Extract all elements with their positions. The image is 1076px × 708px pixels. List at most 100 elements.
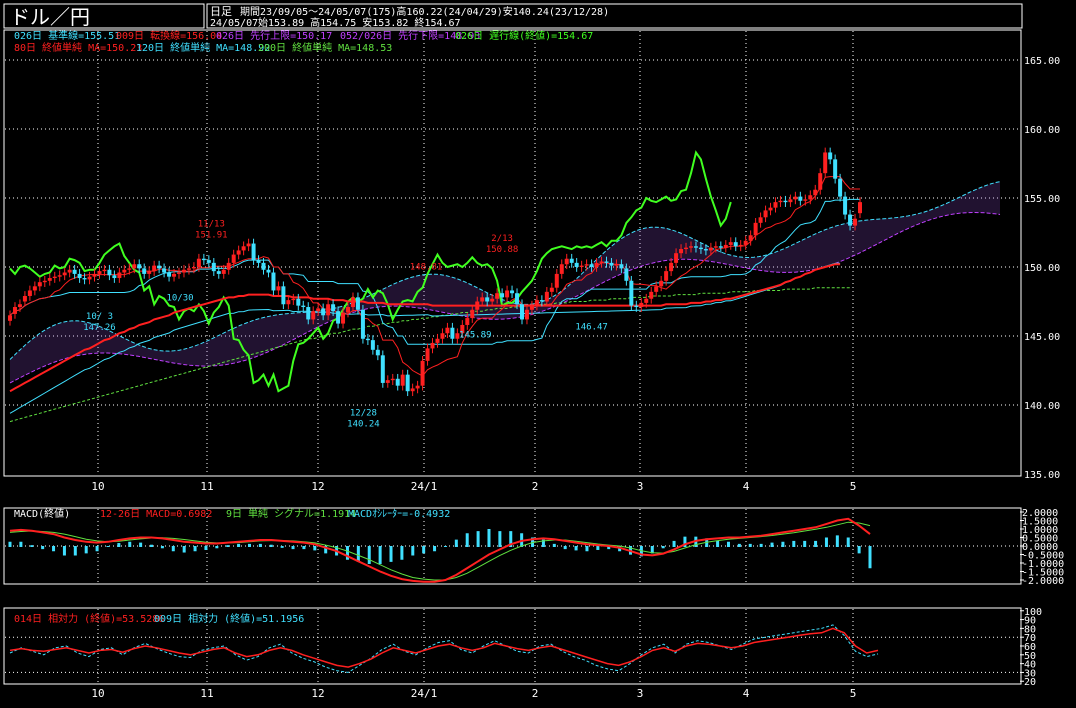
candle-body	[838, 178, 843, 197]
candle-body	[639, 302, 644, 308]
candle-body	[37, 282, 42, 287]
oscillator-bar	[171, 546, 175, 552]
candle-body	[619, 264, 624, 269]
candle-body	[425, 348, 430, 361]
candle-body	[281, 286, 286, 305]
y-tick-label: -2.0000	[1022, 576, 1064, 587]
candle-body	[515, 293, 520, 305]
candle-body	[813, 189, 818, 196]
oscillator-bar	[781, 541, 785, 547]
candle-body	[137, 264, 142, 269]
candle-body	[97, 271, 102, 274]
candle-body	[296, 298, 301, 306]
oscillator-bar	[389, 546, 393, 562]
candle-body	[718, 246, 723, 248]
x-tick-label: 5	[850, 480, 857, 493]
candle-body	[559, 264, 564, 274]
x-tick-label: 12	[311, 480, 324, 493]
legend-senkou-a: 026日 先行上限=150.17	[216, 29, 332, 42]
legend-ma200: 200日 終値単純 MA=148.53	[258, 41, 392, 54]
legend-chikou: 026日 遅行線(終値)=154.67	[455, 29, 593, 42]
candle-body	[102, 269, 107, 272]
x-tick-label: 5	[850, 687, 857, 700]
candle-body	[594, 262, 599, 267]
candle-body	[196, 258, 201, 267]
period-type: 日足	[210, 5, 232, 18]
candle-body	[634, 305, 639, 308]
candle-body	[350, 297, 355, 308]
oscillator-bar	[52, 546, 56, 552]
candle-body	[654, 286, 659, 292]
candle-body	[157, 265, 162, 269]
ichimoku-legend: 026日 基準線=155.51 009日 転換線=156.04 026日 先行上…	[14, 29, 593, 42]
candle-body	[346, 307, 351, 313]
oscillator-bar	[356, 546, 360, 562]
x-tick-label: 3	[637, 480, 644, 493]
oscillator-bar	[41, 546, 45, 550]
oscillator-bar	[400, 546, 404, 560]
candle-body	[321, 308, 326, 316]
candle-body	[181, 269, 186, 273]
candle-body	[162, 268, 167, 273]
x-tick-label: 10	[91, 687, 104, 700]
oscillator-bar	[868, 546, 872, 569]
y-tick-label: 155.00	[1024, 194, 1060, 205]
candle-body	[266, 269, 271, 273]
legend-macd-title: MACD(終値)	[14, 507, 70, 520]
legend-oscillator: MACDｵｼﾚｰﾀｰ=-0.4932	[348, 508, 450, 520]
candle-body	[311, 311, 316, 320]
candle-body	[236, 250, 241, 255]
candle-body	[226, 262, 231, 270]
legend-signal: 9日 単純 シグナル=1.1914	[226, 507, 356, 520]
candle-body	[251, 243, 256, 261]
candle-body	[186, 268, 191, 270]
x-tick-label: 2	[532, 480, 539, 493]
x-tick-label: 2	[532, 687, 539, 700]
candle-body	[306, 307, 311, 320]
candle-body	[206, 260, 211, 263]
oscillator-bar	[585, 546, 589, 552]
rsi-legend: 014日 相対力 (終値)=53.5286 009日 相対力 (終値)=51.1…	[14, 612, 304, 625]
candle-body	[57, 275, 62, 277]
candle-body	[495, 293, 500, 299]
oscillator-bar	[433, 546, 437, 552]
y-tick-label: 160.00	[1024, 125, 1060, 136]
oscillator-bar	[247, 543, 251, 547]
candle-body	[211, 262, 216, 272]
oscillator-bar	[422, 546, 426, 554]
oscillator-bar	[160, 546, 164, 549]
candle-body	[708, 247, 713, 251]
oscillator-bar	[226, 545, 230, 547]
legend-rsi9: 009日 相対力 (終値)=51.1956	[154, 612, 304, 625]
x-tick-label: 10	[91, 480, 104, 493]
candle-body	[470, 309, 475, 319]
candle-body	[341, 312, 346, 324]
candle-body	[405, 374, 410, 392]
candle-body	[500, 293, 505, 298]
candle-body	[167, 272, 172, 277]
oscillator-bar	[443, 546, 447, 547]
candle-body	[47, 278, 52, 281]
candle-body	[798, 196, 803, 201]
candle-body	[848, 214, 853, 226]
candle-body	[375, 349, 380, 356]
price-annotation: 2/13	[491, 234, 513, 244]
candle-body	[216, 271, 221, 274]
oscillator-bar	[726, 541, 730, 547]
candle-body	[858, 202, 862, 214]
price-annotation: 10/30	[166, 293, 193, 303]
candle-body	[599, 261, 604, 263]
candle-body	[475, 301, 480, 310]
candle-body	[833, 159, 838, 179]
candle-body	[355, 297, 360, 310]
ohlc-summary: 始153.89 高154.75 安153.82 終154.67	[258, 16, 461, 29]
x-tick-label: 24/1	[411, 687, 438, 700]
legend-rsi14: 014日 相対力 (終値)=53.5286	[14, 612, 164, 625]
candle-body	[316, 308, 321, 312]
x-tick-label: 11	[200, 687, 213, 700]
y-tick-label: 140.00	[1024, 401, 1060, 412]
oscillator-bar	[84, 546, 88, 554]
candle-body	[365, 338, 370, 341]
candle-body	[142, 268, 147, 274]
price-annotation: 150.88	[486, 245, 519, 255]
